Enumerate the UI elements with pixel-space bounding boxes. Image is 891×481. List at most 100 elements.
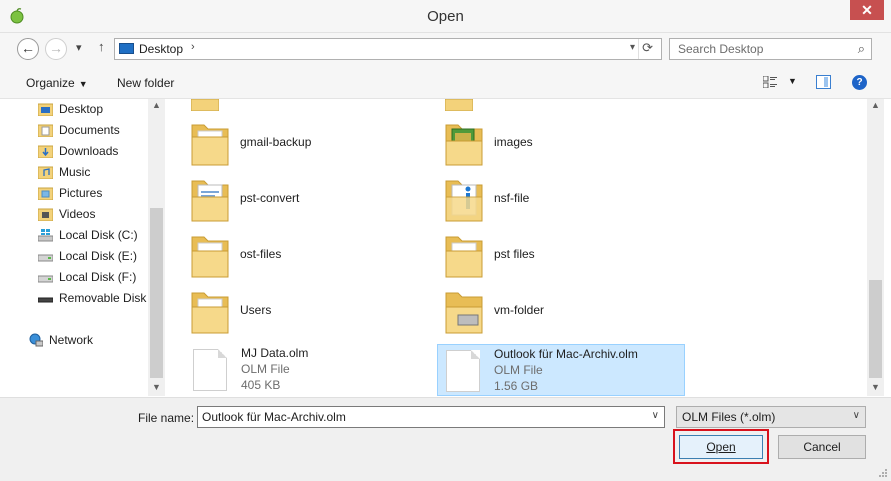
organize-button[interactable]: Organize ▼ xyxy=(26,76,88,90)
file-list-scroll-up-button[interactable]: ▲ xyxy=(867,100,884,110)
folder-ost-files[interactable]: ost-files xyxy=(190,231,430,283)
preview-pane-icon[interactable] xyxy=(816,75,831,89)
sidebar-item-label: Local Disk (F:) xyxy=(59,270,137,284)
dialog-footer: File name: Outlook für Mac-Archiv.olm ∨ … xyxy=(0,397,891,481)
file-list-scroll-down-button[interactable]: ▼ xyxy=(867,382,884,392)
search-input[interactable]: Search Desktop ⌕ xyxy=(669,38,872,60)
forward-button[interactable]: → xyxy=(45,38,67,60)
sidebar-item-label: Desktop xyxy=(59,102,104,116)
olm-file-icon xyxy=(193,349,227,391)
drive-icon xyxy=(38,275,53,283)
sidebar-item-label: Music xyxy=(59,165,91,179)
file-name-input[interactable]: Outlook für Mac-Archiv.olm ∨ xyxy=(197,406,665,428)
open-label: Open xyxy=(706,440,736,454)
organize-caret-icon: ▼ xyxy=(78,79,88,89)
sidebar-item-label: Videos xyxy=(59,207,96,221)
folder-icon xyxy=(191,99,219,111)
folder-icon xyxy=(191,236,229,278)
sidebar-item-label: Local Disk (E:) xyxy=(59,249,138,263)
file-list: gmail-backup images pst-convert nsf-file… xyxy=(165,99,867,396)
windows-drive-icon xyxy=(38,229,53,242)
file-name: Outlook für Mac-Archiv.olm xyxy=(494,347,638,361)
folder-icon xyxy=(445,99,473,111)
close-button[interactable]: ✕ xyxy=(850,0,884,20)
folder-name: pst files xyxy=(494,247,535,261)
view-options-icon[interactable] xyxy=(763,76,777,88)
folder-name: vm-folder xyxy=(494,303,545,317)
folder-name: nsf-file xyxy=(494,191,530,205)
folder-users[interactable]: Users xyxy=(190,287,430,339)
address-chevron-icon[interactable]: › xyxy=(191,41,195,53)
help-icon[interactable]: ? xyxy=(852,75,867,90)
file-type-value: OLM Files (*.olm) xyxy=(682,410,776,424)
navigation-pane: Desktop Documents Downloads Music Pictur… xyxy=(0,99,164,396)
olm-file-icon xyxy=(446,350,480,392)
file-name-value: Outlook für Mac-Archiv.olm xyxy=(202,410,346,424)
refresh-button[interactable]: ⟳ xyxy=(642,40,653,56)
folder-pst-files[interactable]: pst files xyxy=(444,231,684,283)
up-button[interactable]: ↑ xyxy=(98,39,105,54)
address-separator xyxy=(638,39,639,59)
command-toolbar: Organize ▼ New folder ▼ ? xyxy=(0,65,891,99)
address-bar[interactable]: Desktop › ▾ ⟳ xyxy=(114,38,662,60)
view-options-caret-icon[interactable]: ▼ xyxy=(788,76,797,86)
sidebar-item-label: Pictures xyxy=(59,186,103,200)
vm-folder-icon xyxy=(445,292,483,334)
folder-icon xyxy=(445,236,483,278)
nsf-folder-icon xyxy=(445,180,483,222)
sidebar-item-label: Removable Disk ( xyxy=(59,291,154,305)
doc-folder-icon xyxy=(191,180,229,222)
folder-name: ost-files xyxy=(240,247,282,261)
music-folder-icon xyxy=(38,166,53,179)
file-type-select[interactable]: OLM Files (*.olm) ∨ xyxy=(676,406,866,428)
folder-nsf-file[interactable]: nsf-file xyxy=(444,175,684,227)
file-name-label: File name: xyxy=(138,411,195,425)
search-icon[interactable]: ⌕ xyxy=(858,41,865,57)
drive-icon xyxy=(38,254,53,262)
desktop-location-icon xyxy=(119,43,134,54)
folder-name: gmail-backup xyxy=(240,135,312,149)
desktop-folder-icon xyxy=(38,103,53,116)
file-type-dropdown-icon: ∨ xyxy=(852,410,860,421)
file-name-dropdown-icon[interactable]: ∨ xyxy=(652,410,659,421)
folder-gmail-backup[interactable]: gmail-backup xyxy=(190,119,430,171)
documents-folder-icon xyxy=(38,124,53,137)
folder-pst-convert[interactable]: pst-convert xyxy=(190,175,430,227)
sidebar-item-label: Network xyxy=(49,333,94,347)
file-name: MJ Data.olm xyxy=(241,346,309,360)
removable-drive-icon xyxy=(38,297,53,303)
downloads-folder-icon xyxy=(38,145,53,158)
sidebar-scroll-down-button[interactable]: ▼ xyxy=(148,382,165,392)
sidebar-item-label: Documents xyxy=(59,123,120,137)
folder-images[interactable]: images xyxy=(444,119,684,171)
window-title: Open xyxy=(427,8,464,25)
cancel-button[interactable]: Cancel xyxy=(778,435,866,459)
file-size: 405 KB xyxy=(241,378,281,392)
resize-grip-icon[interactable] xyxy=(878,468,888,478)
organize-label: Organize xyxy=(26,76,75,90)
file-outlook-archiv-olm[interactable]: Outlook für Mac-Archiv.olm OLM File 1.56… xyxy=(437,344,685,396)
network-icon xyxy=(29,333,43,347)
sidebar-scroll-up-button[interactable]: ▲ xyxy=(148,100,165,110)
file-type: OLM File xyxy=(241,362,290,376)
sidebar-item-label: Local Disk (C:) xyxy=(59,228,138,242)
sidebar-item-label: Downloads xyxy=(59,144,119,158)
new-folder-button[interactable]: New folder xyxy=(117,76,174,90)
sidebar-scroll-thumb[interactable] xyxy=(150,208,163,378)
folder-name: Users xyxy=(240,303,272,317)
back-button[interactable]: ← xyxy=(17,38,39,60)
pictures-folder-icon xyxy=(38,187,53,200)
file-mj-data-olm[interactable]: MJ Data.olm OLM File 405 KB xyxy=(185,344,433,396)
folder-vm-folder[interactable]: vm-folder xyxy=(444,287,684,339)
title-bar: Open ✕ xyxy=(0,0,891,33)
recent-locations-button[interactable]: ▾ xyxy=(76,41,82,54)
image-folder-icon xyxy=(445,124,483,166)
address-segment-desktop[interactable]: Desktop xyxy=(139,42,183,56)
address-dropdown-button[interactable]: ▾ xyxy=(630,42,635,53)
folder-name: images xyxy=(494,135,533,149)
open-button[interactable]: Open xyxy=(679,435,763,459)
file-type: OLM File xyxy=(494,363,543,377)
folder-name: pst-convert xyxy=(240,191,300,205)
file-list-scroll-thumb[interactable] xyxy=(869,280,882,378)
file-size: 1.56 GB xyxy=(494,379,539,393)
